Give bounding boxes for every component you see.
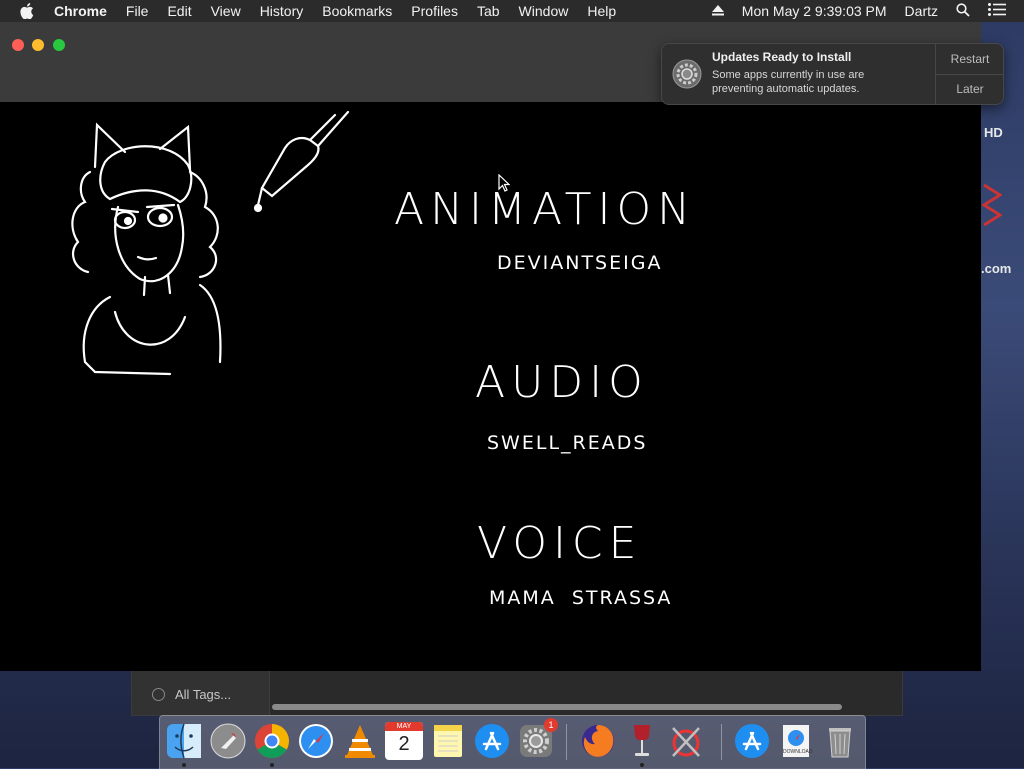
downloads-stack-icon[interactable]: DOWNLOAD <box>777 722 815 760</box>
notes-icon[interactable] <box>429 722 467 760</box>
cat-girl-drawing <box>71 122 222 376</box>
crossover-icon[interactable] <box>667 722 705 760</box>
menu-window[interactable]: Window <box>519 3 569 19</box>
menubar-user[interactable]: Dartz <box>905 3 938 19</box>
chrome-running-indicator <box>270 763 274 767</box>
finder-running-indicator <box>182 763 186 767</box>
dock-separator <box>721 724 722 760</box>
notification-actions: Restart Later <box>935 44 1003 104</box>
mouse-cursor-icon <box>498 174 510 192</box>
menu-history[interactable]: History <box>260 3 304 19</box>
menu-file[interactable]: File <box>126 3 149 19</box>
chrome-icon[interactable] <box>253 722 291 760</box>
update-notification[interactable]: Updates Ready to Install Some apps curre… <box>661 43 1004 105</box>
app-store-folder-icon[interactable] <box>733 722 771 760</box>
wine-icon[interactable] <box>623 722 661 760</box>
desktop-file-label[interactable]: .com <box>981 261 1011 276</box>
all-tags-item[interactable]: All Tags... <box>152 687 231 702</box>
credit-role-voice: VOICE <box>477 518 643 569</box>
menu-chrome[interactable]: Chrome <box>54 3 107 19</box>
system-preferences-gear-icon <box>672 59 702 89</box>
fullscreen-window-button[interactable] <box>53 39 65 51</box>
firefox-icon[interactable] <box>579 722 617 760</box>
system-preferences-icon[interactable]: 1 <box>517 718 558 760</box>
credit-role-audio: AUDIO <box>475 357 649 408</box>
close-window-button[interactable] <box>12 39 24 51</box>
menu-view[interactable]: View <box>211 3 241 19</box>
eject-icon[interactable] <box>711 3 724 19</box>
calendar-icon[interactable]: MAY 2 <box>385 722 423 760</box>
credit-name-animation: DEVIANTSEIGA <box>497 252 663 274</box>
credit-name-voice: MAMA STRASSA <box>489 587 673 609</box>
later-button[interactable]: Later <box>936 74 1003 104</box>
horizontal-scrollbar[interactable] <box>272 704 842 710</box>
menu-profiles[interactable]: Profiles <box>411 3 458 19</box>
restart-button[interactable]: Restart <box>936 44 1003 75</box>
spotlight-search-icon[interactable] <box>956 2 970 20</box>
apple-menu-icon[interactable] <box>20 3 38 19</box>
dock-separator <box>566 724 567 760</box>
menu-tab[interactable]: Tab <box>477 3 500 19</box>
finder-icon[interactable] <box>165 722 203 760</box>
app-store-icon[interactable] <box>473 722 511 760</box>
all-tags-label: All Tags... <box>175 687 232 702</box>
dock: MAY 2 1 DOWNLOAD <box>159 715 866 769</box>
tag-circle-icon <box>152 688 165 701</box>
menu-bookmarks[interactable]: Bookmarks <box>322 3 392 19</box>
pen-drawing <box>253 110 350 213</box>
menu-edit[interactable]: Edit <box>167 3 191 19</box>
desktop-file-icon[interactable] <box>981 180 1003 230</box>
chrome-window: ANIMATION DEVIANTSEIGA AUDIO SWELL_READS… <box>0 22 981 671</box>
video-frame[interactable]: ANIMATION DEVIANTSEIGA AUDIO SWELL_READS… <box>0 102 981 671</box>
calendar-month: MAY <box>385 722 423 731</box>
downloads-label: DOWNLOAD <box>783 749 813 755</box>
wine-running-indicator <box>640 763 644 767</box>
safari-icon[interactable] <box>297 722 335 760</box>
launchpad-icon[interactable] <box>209 722 247 760</box>
minimize-window-button[interactable] <box>32 39 44 51</box>
trash-icon[interactable] <box>821 722 859 760</box>
vlc-icon[interactable] <box>341 722 379 760</box>
notification-body: Some apps currently in use are preventin… <box>712 69 865 95</box>
notification-center-icon[interactable] <box>988 3 1006 19</box>
update-badge: 1 <box>544 718 558 732</box>
notification-title: Updates Ready to Install <box>712 50 852 64</box>
menu-help[interactable]: Help <box>587 3 616 19</box>
desktop-drive-label[interactable]: HD <box>984 125 1003 140</box>
calendar-day: 2 <box>398 733 410 755</box>
menubar-clock[interactable]: Mon May 2 9:39:03 PM <box>742 3 887 19</box>
credit-role-animation: ANIMATION <box>394 184 697 235</box>
credit-name-audio: SWELL_READS <box>487 432 648 454</box>
menu-bar: Chrome File Edit View History Bookmarks … <box>0 0 1024 22</box>
